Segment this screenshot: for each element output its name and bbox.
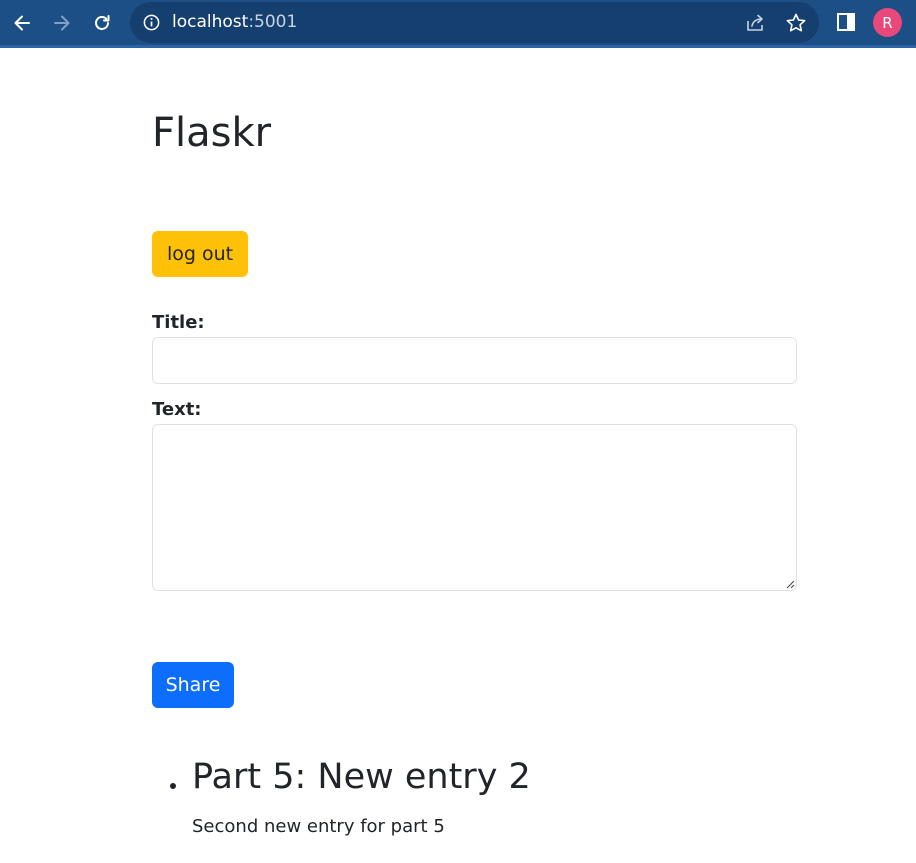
text-label: Text: bbox=[152, 399, 202, 420]
back-arrow-icon bbox=[14, 15, 30, 31]
back-button[interactable] bbox=[7, 8, 37, 38]
logout-button[interactable]: log out bbox=[152, 231, 248, 277]
forward-arrow-icon bbox=[54, 15, 70, 31]
address-bar[interactable]: localhost:5001 bbox=[130, 2, 819, 43]
reload-icon bbox=[95, 15, 110, 30]
entry-text: Second new entry for part 5 bbox=[192, 816, 445, 837]
url-port: :5001 bbox=[248, 12, 298, 32]
resize-grip-icon[interactable] bbox=[785, 579, 795, 589]
star-icon[interactable] bbox=[785, 12, 807, 34]
reload-button[interactable] bbox=[87, 8, 117, 38]
url-text[interactable]: localhost:5001 bbox=[172, 12, 297, 32]
side-panel-icon[interactable] bbox=[836, 12, 856, 32]
bullet-icon bbox=[170, 783, 176, 789]
share-button[interactable]: Share bbox=[152, 662, 234, 708]
toolbar-divider bbox=[0, 45, 916, 48]
info-icon[interactable] bbox=[142, 13, 161, 32]
forward-button[interactable] bbox=[47, 8, 77, 38]
title-input[interactable] bbox=[152, 337, 797, 384]
page-title: Flaskr bbox=[152, 110, 272, 156]
browser-toolbar: localhost:5001 R bbox=[0, 0, 916, 48]
entry-title: Part 5: New entry 2 bbox=[192, 757, 531, 797]
text-textarea[interactable] bbox=[152, 424, 797, 591]
profile-avatar[interactable]: R bbox=[873, 8, 902, 37]
title-label: Title: bbox=[152, 312, 205, 333]
url-host: localhost bbox=[172, 12, 249, 32]
share-icon[interactable] bbox=[744, 12, 766, 34]
